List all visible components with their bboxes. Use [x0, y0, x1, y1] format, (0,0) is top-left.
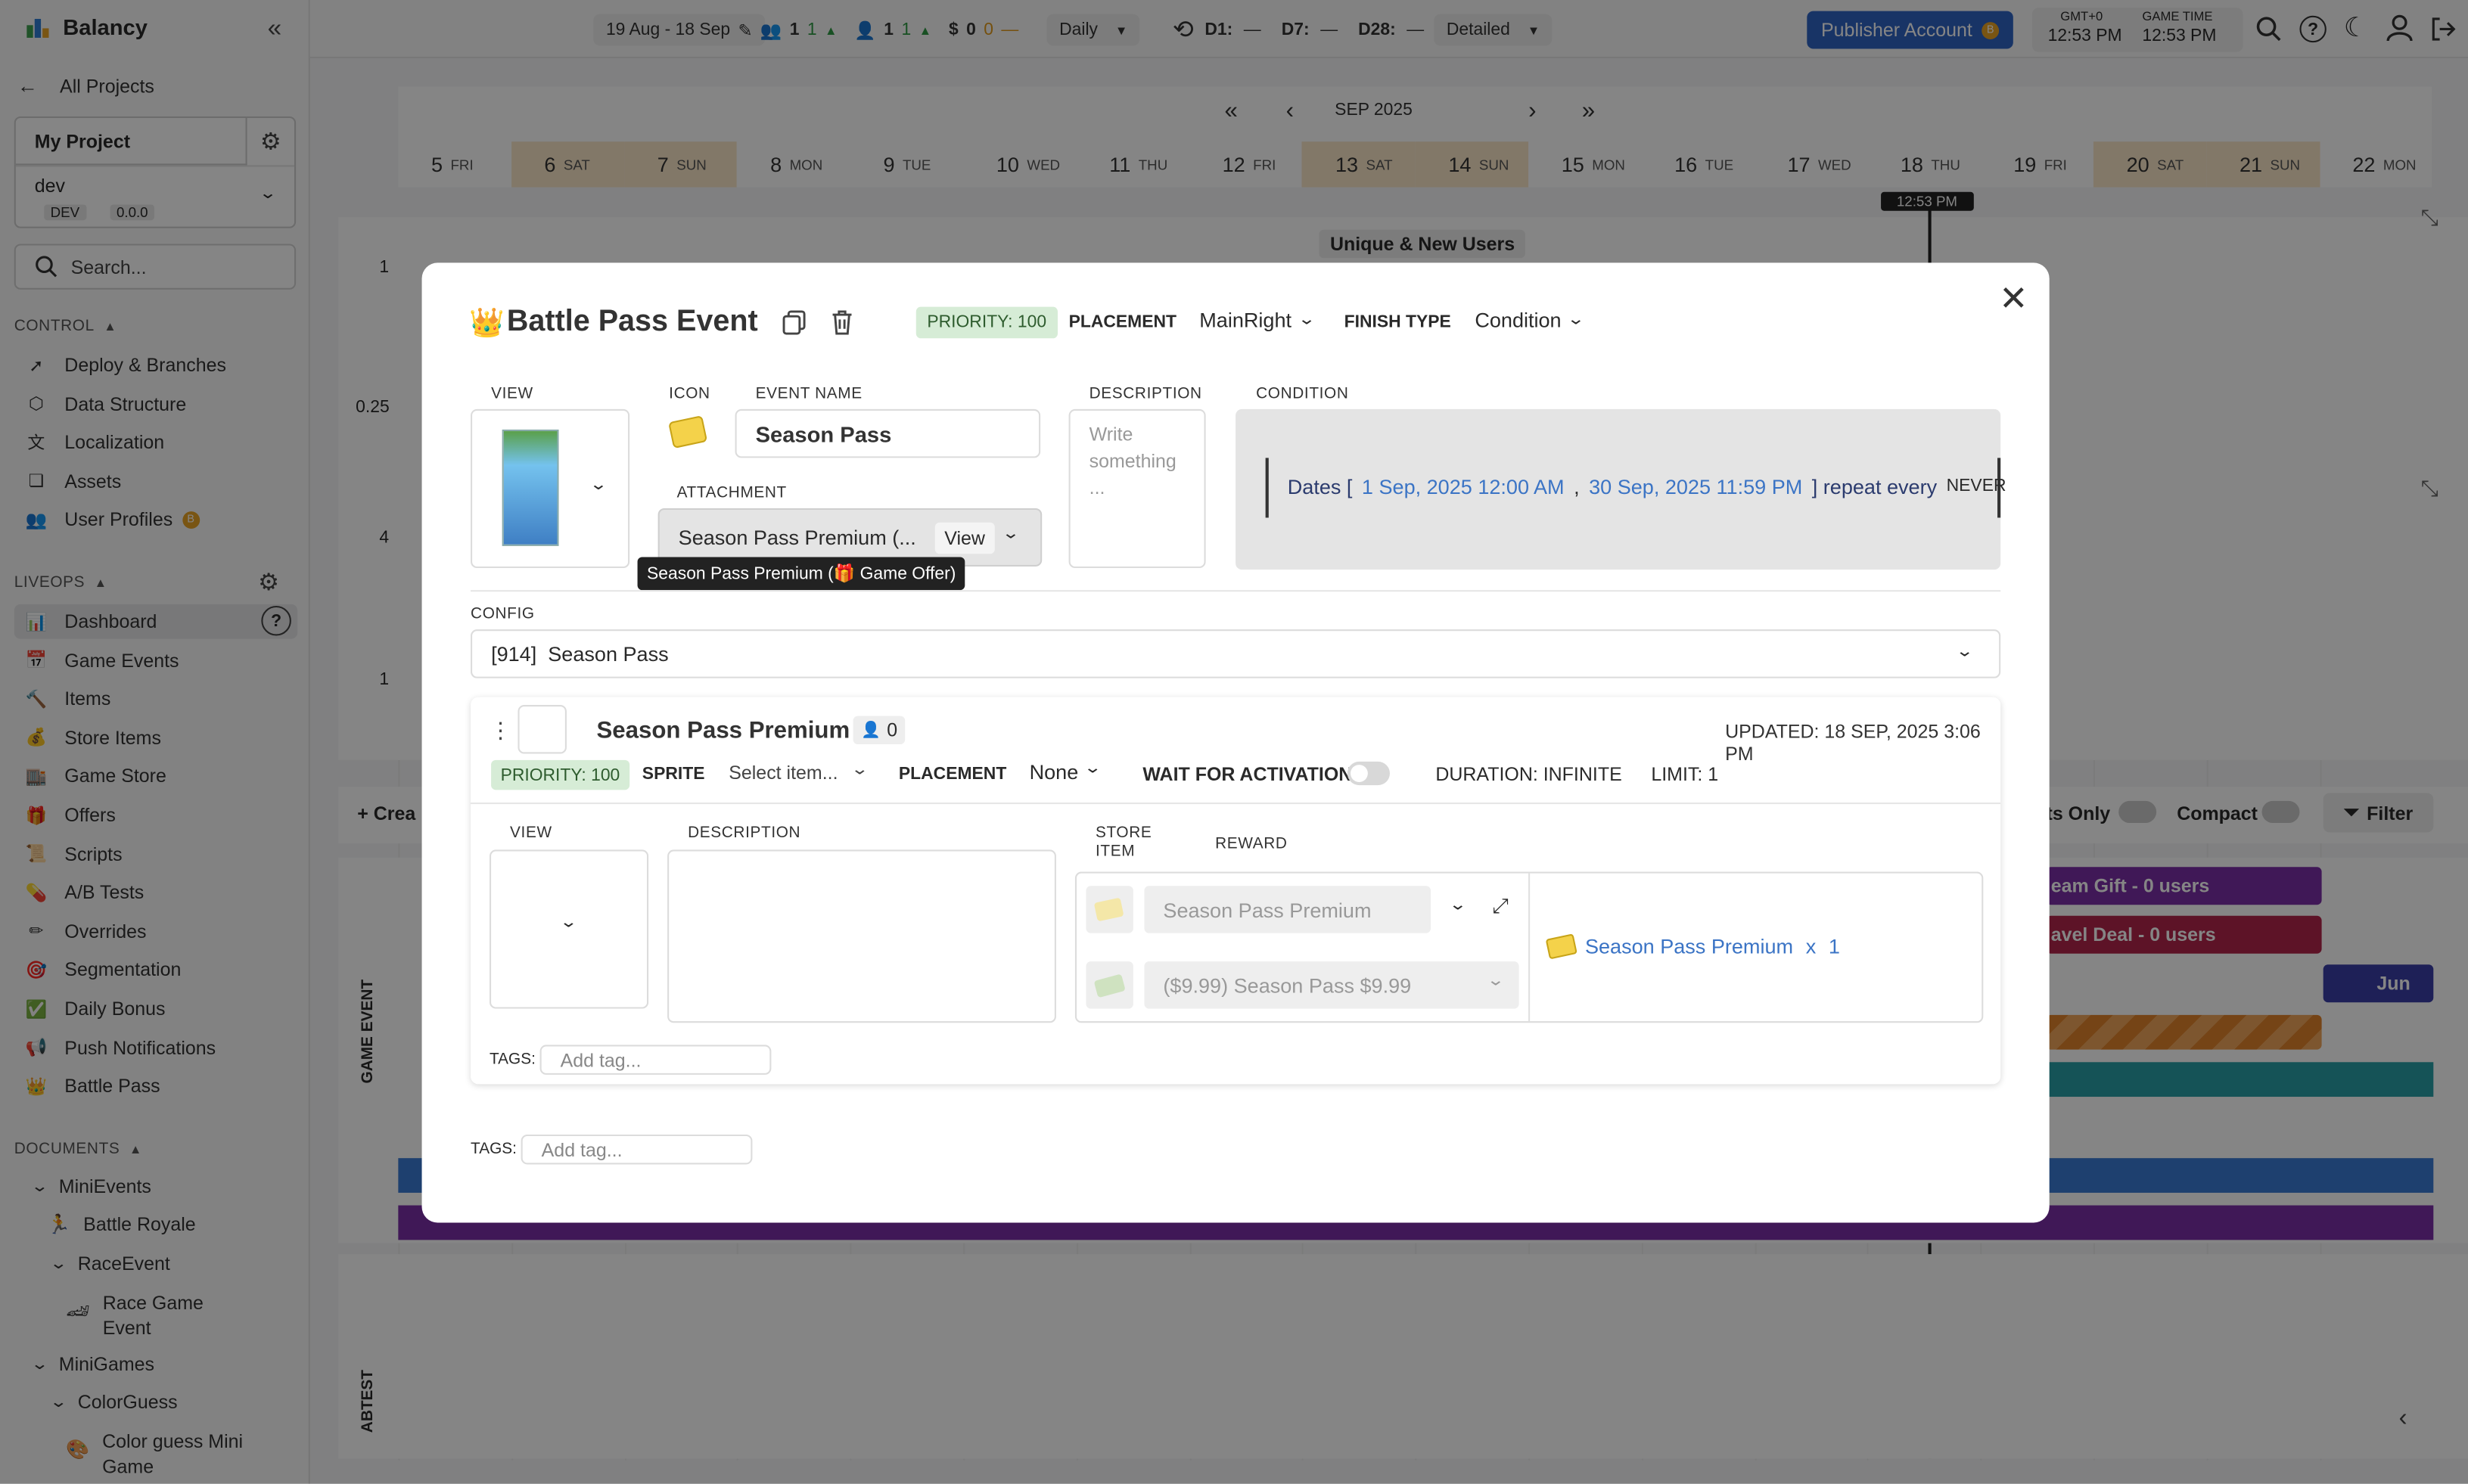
attachment-tooltip: Season Pass Premium (🎁 Game Offer) [637, 557, 965, 591]
description-label: DESCRIPTION [1089, 385, 1202, 403]
placement-label: PLACEMENT [1068, 312, 1177, 332]
chevron-down-icon: ⌄ [850, 761, 870, 779]
offer-view-picker[interactable]: ⌄ [490, 849, 649, 1009]
condition-panel: Dates [ 1 Sep, 2025 12:00 AM , 30 Sep, 2… [1236, 408, 2006, 570]
battle-pass-event-modal: 👑 Battle Pass Event PRIORITY: 100 PLACEM… [421, 262, 2050, 1223]
tags-input[interactable]: Add tag... [521, 1134, 753, 1165]
divider [1528, 873, 1531, 1022]
view-image-picker[interactable]: ⌄ [471, 408, 630, 569]
reward-label: REWARD [1215, 835, 1288, 853]
offer-card: ⋮ Season Pass Premium 👤 0 UPDATED: 18 SEP… [471, 697, 2001, 1085]
price-icon [1086, 961, 1133, 1009]
wait-for-activation-toggle[interactable] [1347, 761, 1390, 786]
close-icon[interactable]: ✕ [1999, 278, 2028, 319]
condition-end-date[interactable]: 30 Sep, 2025 11:59 PM [1589, 475, 1802, 498]
chevron-down-icon: ⌄ [1566, 311, 1585, 329]
chevron-down-icon: ⌄ [1955, 643, 1974, 661]
offer-tags-label: TAGS: [490, 1051, 536, 1069]
expand-icon[interactable]: ⤢ [1492, 894, 1509, 919]
reward-multiplier: x [1805, 934, 1817, 958]
finish-type-label: FINISH TYPE [1344, 312, 1451, 332]
priority-badge: PRIORITY: 100 [915, 306, 1058, 339]
config-value: [914] Season Pass [491, 641, 669, 666]
store-item-label: STORE ITEM [1096, 824, 1152, 862]
attachment-value: Season Pass Premium (... [678, 525, 916, 550]
attachment-label: ATTACHMENT [676, 484, 787, 502]
offer-view-label: VIEW [510, 824, 552, 843]
offer-description-label: DESCRIPTION [688, 824, 801, 843]
store-reward-panel: Season Pass Premium ⌄ ⤢ ($9.99) Season P… [1074, 871, 1984, 1023]
chevron-down-icon: ⌄ [1296, 311, 1316, 329]
chevron-down-icon: ⌄ [559, 914, 578, 932]
tags-label: TAGS: [471, 1141, 517, 1159]
event-name-label: EVENT NAME [755, 385, 863, 403]
condition-start-date[interactable]: 1 Sep, 2025 12:00 AM [1362, 475, 1565, 498]
modal-title: Battle Pass Event [506, 305, 758, 339]
offer-limit: LIMIT: 1 [1651, 762, 1719, 786]
offer-description-textarea[interactable] [667, 849, 1056, 1023]
reward-quantity: 1 [1828, 934, 1840, 958]
offer-users-count: 0 [887, 719, 898, 741]
store-item-label-line1: STORE [1095, 824, 1152, 843]
icon-label: ICON [669, 385, 710, 403]
description-placeholder: Write something ... [1089, 423, 1176, 499]
copy-icon[interactable] [782, 310, 806, 335]
chevron-down-icon[interactable]: ⌄ [1449, 897, 1467, 914]
placement-select[interactable]: MainRight ⌄ [1199, 308, 1316, 332]
offer-placement-label: PLACEMENT [898, 765, 1007, 784]
offer-duration: DURATION: INFINITE [1435, 762, 1622, 786]
wait-for-activation-label: WAIT FOR ACTIVATION: [1142, 762, 1359, 786]
condition-expression[interactable]: Dates [ 1 Sep, 2025 12:00 AM , 30 Sep, 2… [1288, 475, 2006, 498]
price-select[interactable]: ($9.99) Season Pass $9.99 [1144, 961, 1519, 1009]
config-label: CONFIG [471, 605, 535, 623]
drag-handle-icon[interactable]: ⋮ [490, 718, 511, 744]
sprite-placeholder: Select item... [729, 761, 838, 784]
chevron-down-icon: ⌄ [1001, 525, 1021, 543]
chevron-down-icon: ⌄ [1486, 972, 1506, 990]
placement-value: MainRight [1199, 308, 1292, 332]
repeat-value[interactable]: NEVER [1947, 477, 2006, 498]
description-textarea[interactable]: Write something ... [1068, 408, 1206, 569]
divider [471, 590, 2001, 592]
reward-ticket-icon [1545, 933, 1577, 960]
reward-item[interactable]: Season Pass Premium x 1 [1585, 935, 1840, 958]
repeat-label: ] repeat every [1811, 475, 1938, 499]
config-select[interactable]: [914] Season Pass ⌄ [471, 629, 2001, 678]
offer-name: Season Pass Premium [596, 717, 850, 745]
sprite-label: SPRITE [642, 765, 705, 784]
offer-placement-select[interactable]: None ⌄ [1029, 759, 1102, 784]
store-item-select[interactable]: Season Pass Premium [1144, 886, 1431, 933]
offer-updated: UPDATED: 18 SEP, 2025 3:06 PM [1725, 720, 1981, 765]
finish-type-select[interactable]: Condition ⌄ [1475, 308, 1585, 332]
offer-users-badge: 👤 0 [853, 716, 906, 745]
person-icon: 👤 [860, 721, 881, 739]
store-item-icon [1086, 886, 1133, 933]
offer-icon-picker[interactable] [518, 705, 567, 754]
chevron-down-icon: ⌄ [589, 477, 608, 495]
offer-placement-value: None [1029, 759, 1079, 784]
reward-name: Season Pass Premium [1584, 934, 1794, 958]
ticket-icon[interactable] [668, 415, 708, 449]
trash-icon[interactable] [831, 310, 853, 335]
event-name-input[interactable]: Season Pass [735, 408, 1041, 458]
offer-priority-badge: PRIORITY: 100 [491, 759, 629, 790]
sprite-select[interactable]: Select item... ⌄ [729, 761, 870, 784]
offer-tags-input[interactable]: Add tag... [539, 1045, 772, 1075]
season-pass-thumbnail [502, 429, 559, 546]
chevron-down-icon: ⌄ [1083, 759, 1102, 778]
store-item-label-line2: ITEM [1095, 843, 1136, 861]
condition-separator: , [1574, 475, 1580, 499]
view-label: VIEW [491, 385, 533, 403]
crown-icon: 👑 [468, 306, 505, 339]
condition-label: CONDITION [1256, 385, 1349, 403]
attachment-view-button[interactable]: View [934, 522, 995, 554]
divider [471, 803, 2001, 805]
dates-label: Dates [ [1287, 475, 1353, 499]
finish-type-value: Condition [1475, 308, 1562, 332]
